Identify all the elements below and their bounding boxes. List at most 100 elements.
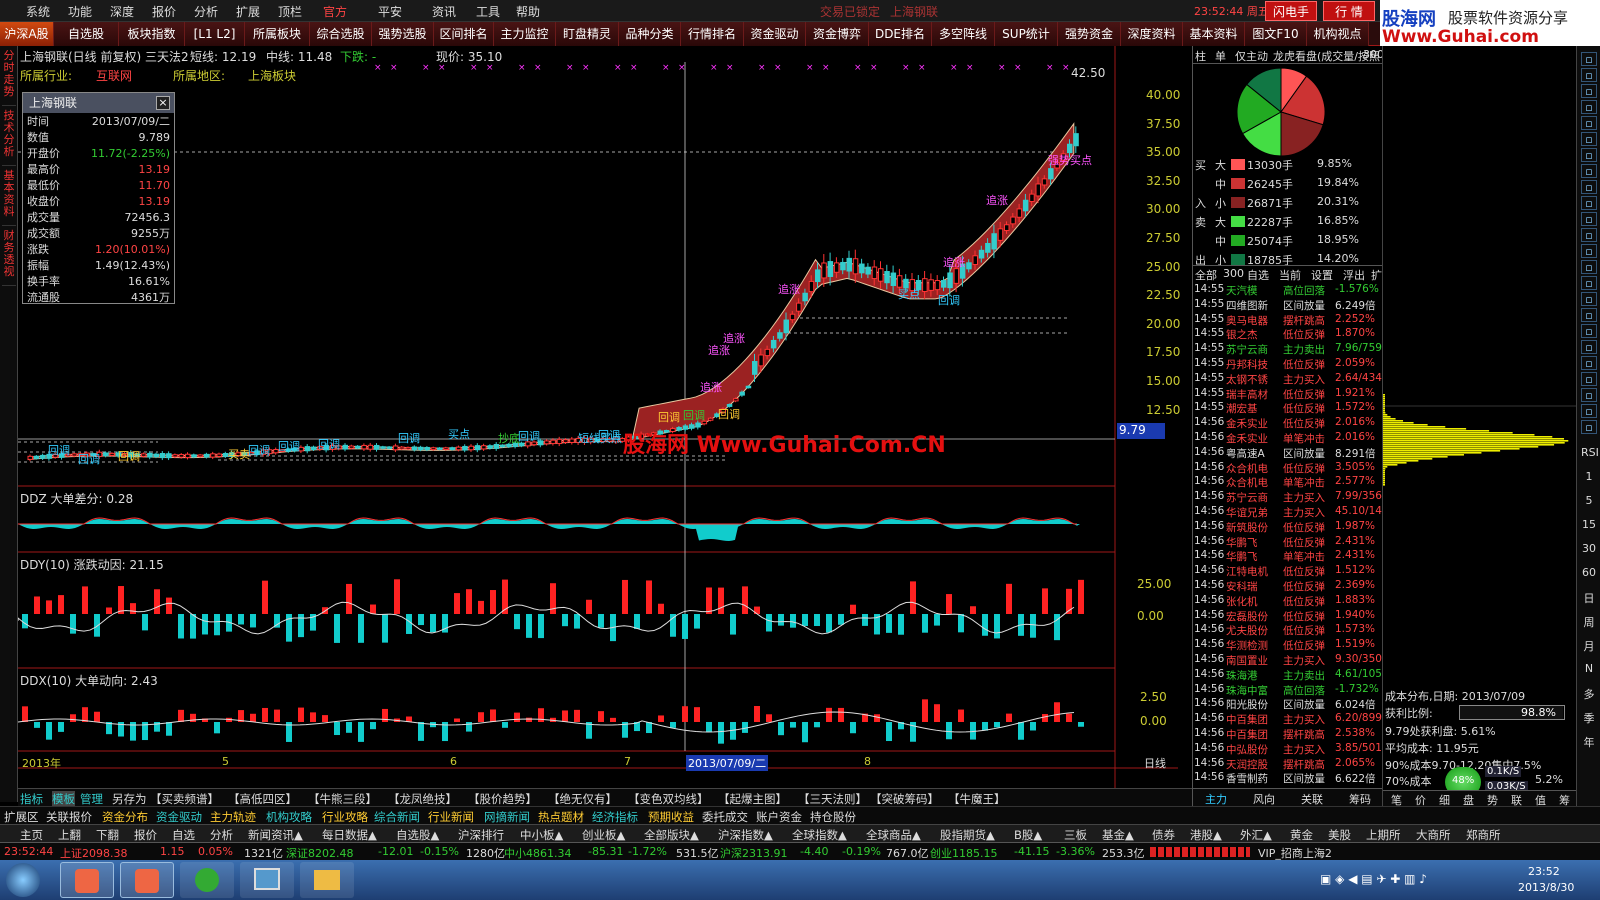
menu-item-1[interactable]: 功能 xyxy=(68,3,92,20)
chart-canvas[interactable]: 追涨追涨追涨追涨追涨追涨强势买点回调回调短线买点回调回调买点 回调抄底回调买卖回调… xyxy=(18,46,1192,788)
tool-icon[interactable]: ▫ xyxy=(1581,244,1597,258)
menu-item-0[interactable]: 系统 xyxy=(26,3,50,20)
filter-2[interactable]: 自选 xyxy=(1247,267,1269,283)
radar-row[interactable]: 14:56 新筑股份 低位反弹 1.987% xyxy=(1193,520,1383,535)
filter-1[interactable]: 300 xyxy=(1223,267,1244,280)
market-tab-8[interactable]: 自选股▲ xyxy=(396,827,439,843)
tool-icon[interactable]: ▫ xyxy=(1581,52,1597,66)
toolbar-btn-19[interactable]: 基本资料 xyxy=(1183,22,1245,46)
indicator-tab-9[interactable]: 【绝无仅有】 xyxy=(548,791,617,807)
function-tab-5[interactable]: 机构攻略 xyxy=(266,809,312,825)
function-tab-10[interactable]: 热点题材 xyxy=(538,809,584,825)
radar-row[interactable]: 14:55 苏宁云商 主力卖出 7.96/759 xyxy=(1193,342,1383,357)
radar-row[interactable]: 14:56 珠海港 主力卖出 4.61/105 xyxy=(1193,668,1383,683)
tool-icon[interactable]: ▫ xyxy=(1581,196,1597,210)
radar-row[interactable]: 14:55 天汽模 高位回落 -1.576% xyxy=(1193,283,1383,298)
toolbar-btn-11[interactable]: 行情排名 xyxy=(681,22,744,46)
tool-icon[interactable]: ▫ xyxy=(1581,116,1597,130)
market-tab-16[interactable]: 股指期货▲ xyxy=(940,827,995,843)
data-window[interactable]: 上海钢联 × 时间 2013/07/09/二 数值 9.789 开盘价 11.72(-2.… xyxy=(22,92,175,304)
menu-item-9[interactable]: 资讯 xyxy=(432,3,456,20)
kline-chart-area[interactable]: 追涨 追涨 追涨 追涨 追涨 追涨 强势买点 回调 回调 短线买点 回调 回调 买点 回调 抄底 回调 买卖 回调… xyxy=(18,46,1192,788)
status-hs[interactable]: 沪深2313.91 xyxy=(720,845,788,861)
indicator-tab-7[interactable]: 【龙凤绝技】 xyxy=(388,791,457,807)
toolbar-btn-18[interactable]: 深度资料 xyxy=(1121,22,1183,46)
radar-row[interactable]: 14:56 华谊兄弟 主力买入 45.10/14 xyxy=(1193,505,1383,520)
rp-bottom-tab-1[interactable]: 风向 xyxy=(1253,791,1275,807)
radar-row[interactable]: 14:56 众合机电 单笔冲击 2.577% xyxy=(1193,475,1383,490)
toolbar-btn-5[interactable]: 综合选股 xyxy=(310,22,372,46)
menu-item-7[interactable]: 官方 xyxy=(323,3,347,20)
radar-row[interactable]: 14:56 众合机电 低位反弹 3.505% xyxy=(1193,461,1383,476)
indicator-tab-8[interactable]: 【股价趋势】 xyxy=(468,791,537,807)
tool-period-2[interactable]: 5 xyxy=(1581,494,1597,508)
function-tab-7[interactable]: 综合新闻 xyxy=(374,809,420,825)
indicator-tab-13[interactable]: 【突破筹码】 xyxy=(870,791,939,807)
rp-bottom-tab-3[interactable]: 筹码 xyxy=(1349,791,1371,807)
radar-row[interactable]: 14:56 华鹏飞 单笔冲击 2.431% xyxy=(1193,549,1383,564)
function-tab-4[interactable]: 主力轨迹 xyxy=(210,809,256,825)
left-tab-0[interactable]: 分时走势 xyxy=(2,50,16,106)
market-tab-9[interactable]: 沪深排行 xyxy=(458,827,504,843)
indicator-tab-3[interactable]: 另存为 xyxy=(112,791,147,807)
taskbar-app-2[interactable] xyxy=(120,862,174,898)
radar-row[interactable]: 14:55 太钢不锈 主力买入 2.64/434 xyxy=(1193,372,1383,387)
toolbar-btn-1[interactable]: 自选股 xyxy=(54,22,119,46)
tool-icon[interactable]: ▫ xyxy=(1581,324,1597,338)
market-tab-0[interactable]: 主页 xyxy=(20,827,43,843)
indicator-tab-1[interactable]: 模板 xyxy=(52,791,75,807)
market-tab-6[interactable]: 新闻资讯▲ xyxy=(248,827,303,843)
market-tab-27[interactable]: 郑商所 xyxy=(1466,827,1501,843)
tool-period-6[interactable]: 日 xyxy=(1581,590,1597,605)
menu-item-2[interactable]: 深度 xyxy=(110,3,134,20)
start-button[interactable] xyxy=(6,863,40,897)
menu-item-8[interactable]: 平安 xyxy=(378,3,402,20)
function-tab-12[interactable]: 预期收益 xyxy=(648,809,694,825)
radar-row[interactable]: 14:56 金禾实业 低位反弹 2.016% xyxy=(1193,416,1383,431)
indicator-tab-5[interactable]: 【高低四区】 xyxy=(228,791,297,807)
toolbar-btn-8[interactable]: 主力监控 xyxy=(494,22,556,46)
menu-item-3[interactable]: 报价 xyxy=(152,3,176,20)
function-tab-14[interactable]: 账户资金 xyxy=(756,809,802,825)
radar-row[interactable]: 14:56 华鹏飞 低位反弹 2.431% xyxy=(1193,535,1383,550)
toolbar-btn-17[interactable]: 强势资金 xyxy=(1058,22,1121,46)
tool-period-4[interactable]: 30 xyxy=(1581,542,1597,556)
radar-row[interactable]: 14:55 潮宏基 低位反弹 1.572% xyxy=(1193,401,1383,416)
indicator-tab-11[interactable]: 【起爆主图】 xyxy=(718,791,787,807)
toolbar-btn-15[interactable]: 多空阵线 xyxy=(932,22,995,46)
rp-tab-0[interactable]: 柱 xyxy=(1195,48,1206,64)
radar-row[interactable]: 14:56 江特电机 低位反弹 1.512% xyxy=(1193,564,1383,579)
menu-item-6[interactable]: 顶栏 xyxy=(278,3,302,20)
radar-row[interactable]: 14:56 张化机 低位反弹 1.883% xyxy=(1193,594,1383,609)
toolbar-btn-4[interactable]: 所属板块 xyxy=(245,22,310,46)
rp-tab-1[interactable]: 单 xyxy=(1215,48,1226,64)
market-tab-12[interactable]: 全部版块▲ xyxy=(644,827,699,843)
market-tab-13[interactable]: 沪深指数▲ xyxy=(718,827,773,843)
function-tab-11[interactable]: 经济指标 xyxy=(592,809,638,825)
toolbar-btn-16[interactable]: SUP统计 xyxy=(995,22,1058,46)
market-tab-5[interactable]: 分析 xyxy=(210,827,233,843)
market-tab-11[interactable]: 创业板▲ xyxy=(582,827,625,843)
tool-period-12[interactable]: 年 xyxy=(1581,734,1597,749)
radar-row[interactable]: 14:56 中百集团 摆杆跳高 2.538% xyxy=(1193,727,1383,742)
radar-row[interactable]: 14:55 四维图新 区间放量 6.249倍 xyxy=(1193,298,1383,313)
toolbar-btn-21[interactable]: 机构视点 xyxy=(1307,22,1369,46)
market-tab-3[interactable]: 报价 xyxy=(134,827,157,843)
tool-period-5[interactable]: 60 xyxy=(1581,566,1597,580)
market-tab-19[interactable]: 基金▲ xyxy=(1102,827,1134,843)
tool-icon[interactable]: ▫ xyxy=(1581,356,1597,370)
tool-icon[interactable]: ▫ xyxy=(1581,148,1597,162)
toolbar-btn-13[interactable]: 资金博弈 xyxy=(806,22,869,46)
tool-icon[interactable]: ▫ xyxy=(1581,420,1597,434)
tool-icon[interactable]: ▫ xyxy=(1581,132,1597,146)
tool-period-10[interactable]: 多 xyxy=(1581,686,1597,701)
period-label[interactable]: 日线 xyxy=(1144,755,1166,771)
toolbar-btn-9[interactable]: 盯盘精灵 xyxy=(556,22,619,46)
market-tab-20[interactable]: 债券 xyxy=(1152,827,1175,843)
flash-trade-button[interactable]: 闪电手 xyxy=(1265,1,1317,21)
market-tab-10[interactable]: 中小板▲ xyxy=(520,827,563,843)
market-tab-2[interactable]: 下翻 xyxy=(96,827,119,843)
tool-period-0[interactable]: RSI xyxy=(1581,446,1599,460)
tool-period-11[interactable]: 季 xyxy=(1581,710,1597,725)
tool-icon[interactable]: ▫ xyxy=(1581,292,1597,306)
